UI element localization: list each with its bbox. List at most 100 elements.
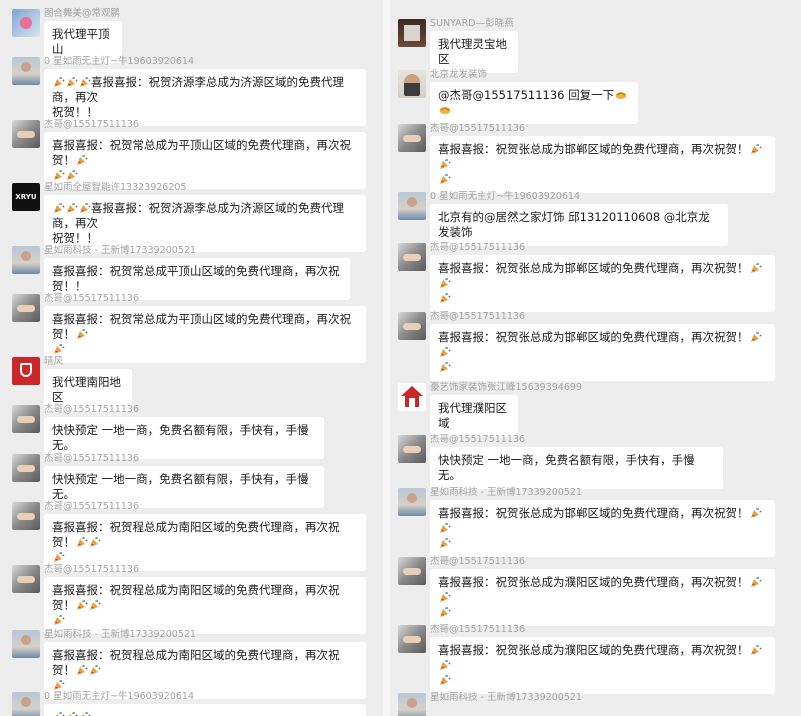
- party-popper-icon: [440, 362, 451, 372]
- sender-name: 杰哥@15517511136: [44, 564, 139, 575]
- chat-message[interactable]: 0 星如雨无主灯~牛19603920614: [12, 691, 374, 716]
- sender-name: 星如雨科技 - 王新博17339200521: [430, 487, 582, 498]
- handshake-emoji-icon: [615, 92, 627, 99]
- handshake-avatar[interactable]: [12, 565, 40, 593]
- message-text-line: 快快预定 一地一商，免费名额有限，手快有，手慢无。: [438, 453, 695, 482]
- sender-name: 0 星如雨无主灯~牛19603920614: [44, 691, 195, 702]
- chat-message[interactable]: 图合舞美@常观鹏 我代理平顶山: [12, 8, 130, 63]
- party-popper-icon: [54, 203, 65, 213]
- businessman-avatar[interactable]: [398, 70, 426, 98]
- sender-name: SUNYARD—彭晓燕: [430, 18, 514, 29]
- chat-message[interactable]: 杰哥@15517511136 喜报喜报：祝贺程总成为南阳区域的免费代理商，再次祝贺…: [12, 564, 374, 634]
- man-avatar[interactable]: [398, 693, 426, 716]
- chat-message[interactable]: 杰哥@15517511136 喜报喜报：祝贺张总成为濮阳区域的免费代理商，再次祝贺…: [398, 556, 783, 626]
- handshake-avatar[interactable]: [12, 294, 40, 322]
- handshake-avatar[interactable]: [398, 312, 426, 340]
- chat-message[interactable]: SUNYARD—彭晓燕 我代理灵宝地区: [398, 18, 526, 73]
- sender-name: 星如雨全屋智能许13323926205: [44, 182, 187, 193]
- chat-message[interactable]: 杰哥@15517511136 喜报喜报：祝贺张总成为濮阳区域的免费代理商，再次祝贺…: [398, 624, 783, 694]
- message-text-line: [438, 172, 767, 187]
- party-popper-icon: [750, 508, 761, 518]
- chat-message[interactable]: 星如雨科技 - 王新博17339200521 喜报喜报：祝贺程总成为南阳区域的免费…: [12, 629, 374, 699]
- party-popper-icon: [54, 615, 65, 625]
- chat-message[interactable]: 0 星如雨无主灯~牛19603920614 北京有的@居然之家灯饰 邱131201…: [398, 191, 736, 246]
- handshake-avatar[interactable]: [398, 625, 426, 653]
- chat-message[interactable]: 杰哥@15517511136 快快预定 一地一商，免费名额有限，手快有，手慢无。: [12, 404, 332, 459]
- handshake-avatar[interactable]: [398, 557, 426, 585]
- message-bubble[interactable]: 喜报喜报：祝贺常总成为平顶山区域的免费代理商，再次祝贺！: [44, 306, 366, 363]
- man-avatar[interactable]: [398, 488, 426, 516]
- sender-name: 0 星如雨无主灯~牛19603920614: [44, 56, 195, 67]
- handshake-avatar[interactable]: [12, 454, 40, 482]
- chat-message[interactable]: 星如雨科技 - 王新博17339200521: [398, 692, 783, 716]
- xryu-logo-avatar[interactable]: XRYU: [12, 183, 40, 211]
- party-popper-icon: [77, 537, 88, 547]
- party-popper-icon: [440, 675, 451, 685]
- message-text-line: 喜报喜报：祝贺张总成为濮阳区域的免费代理商，再次祝贺！: [438, 643, 767, 673]
- chat-message[interactable]: 0 星如雨无主灯~牛19603920614 喜报喜报：祝贺济源李总成为济源区域的免…: [12, 56, 374, 126]
- message-bubble[interactable]: 快快预定 一地一商，免费名额有限，手快有，手慢无。: [430, 447, 723, 489]
- sender-name: 杰哥@15517511136: [44, 119, 139, 130]
- chat-message[interactable]: XRYU 星如雨全屋智能许13323926205 喜报喜报：祝贺济源李总成为济源区域…: [12, 182, 374, 252]
- message-bubble[interactable]: 喜报喜报：祝贺张总成为濮阳区域的免费代理商，再次祝贺！: [430, 569, 775, 626]
- chat-message[interactable]: 晴风 我代理南阳地区: [12, 356, 140, 411]
- man-avatar[interactable]: [12, 692, 40, 716]
- message-bubble[interactable]: 喜报喜报：祝贺张总成为邯郸区域的免费代理商，再次祝贺！: [430, 255, 775, 312]
- handshake-avatar[interactable]: [12, 405, 40, 433]
- handshake-avatar[interactable]: [398, 435, 426, 463]
- chat-message[interactable]: 杰哥@15517511136 喜报喜报：祝贺张总成为邯郸区域的免费代理商，再次祝贺…: [398, 123, 783, 193]
- message-text-line: @杰哥@15517511136 回复一下: [438, 88, 630, 118]
- message-bubble[interactable]: [44, 704, 366, 716]
- chat-message[interactable]: 杰哥@15517511136 喜报喜报：祝贺常总成为平顶山区域的免费代理商，再次祝…: [12, 293, 374, 363]
- message-text-line: 喜报喜报：祝贺张总成为邯郸区域的免费代理商，再次祝贺！: [438, 261, 767, 291]
- chat-message[interactable]: 杰哥@15517511136 喜报喜报：祝贺常总成为平顶山区域的免费代理商，再次祝…: [12, 119, 374, 189]
- message-text-line: 喜报喜报：祝贺张总成为邯郸区域的免费代理商，再次祝贺！: [438, 506, 767, 536]
- chat-message[interactable]: 杰哥@15517511136 喜报喜报：祝贺张总成为邯郸区域的免费代理商，再次祝贺…: [398, 311, 783, 381]
- party-popper-icon: [80, 77, 91, 87]
- house-logo-avatar[interactable]: [398, 383, 426, 411]
- handshake-avatar[interactable]: [12, 502, 40, 530]
- handshake-avatar[interactable]: [12, 120, 40, 148]
- party-popper-icon: [90, 665, 101, 675]
- party-popper-icon: [750, 144, 761, 154]
- message-text-line: 喜报喜报：祝贺张总成为邯郸区域的免费代理商，再次祝贺！: [438, 142, 767, 172]
- panel-divider: [383, 0, 390, 716]
- chat-message[interactable]: 杰哥@15517511136 快快预定 一地一商，免费名额有限，手快有，手慢无。: [12, 453, 332, 508]
- party-popper-icon: [77, 329, 88, 339]
- room-avatar[interactable]: [398, 19, 426, 47]
- chat-panel-left[interactable]: 图合舞美@常观鹏 我代理平顶山 0 星如雨无主灯~牛19603920614 喜报喜报：…: [0, 0, 383, 716]
- chat-message[interactable]: 星如雨科技 - 王新博17339200521 喜报喜报：祝贺张总成为邯郸区域的免费…: [398, 487, 783, 557]
- message-text-line: 喜报喜报：祝贺程总成为南阳区域的免费代理商，再次祝贺！: [52, 648, 340, 677]
- chat-message[interactable]: 豪艺饰家装饰张江峰15639394699 我代理濮阳区域: [398, 382, 582, 437]
- party-popper-icon: [440, 174, 451, 184]
- message-bubble[interactable]: 喜报喜报：祝贺张总成为邯郸区域的免费代理商，再次祝贺！: [430, 136, 775, 193]
- chat-panel-right[interactable]: SUNYARD—彭晓燕 我代理灵宝地区 北京龙发装饰 @杰哥@15517511136 …: [390, 0, 801, 716]
- chat-message[interactable]: 杰哥@15517511136 喜报喜报：祝贺程总成为南阳区域的免费代理商，再次祝贺…: [12, 501, 374, 571]
- man-avatar[interactable]: [12, 246, 40, 274]
- message-text-line: [52, 342, 358, 357]
- message-text-line: [52, 710, 358, 716]
- chat-message[interactable]: 杰哥@15517511136 喜报喜报：祝贺张总成为邯郸区域的免费代理商，再次祝贺…: [398, 242, 783, 312]
- sender-name: 0 星如雨无主灯~牛19603920614: [430, 191, 581, 202]
- man-avatar[interactable]: [12, 57, 40, 85]
- chat-message[interactable]: 北京龙发装饰 @杰哥@15517511136 回复一下: [398, 69, 646, 124]
- party-popper-icon: [77, 600, 88, 610]
- sender-name: 杰哥@15517511136: [430, 624, 525, 635]
- message-bubble[interactable]: @杰哥@15517511136 回复一下: [430, 82, 638, 124]
- flower-avatar[interactable]: [12, 9, 40, 37]
- message-bubble[interactable]: 喜报喜报：祝贺张总成为濮阳区域的免费代理商，再次祝贺！: [430, 637, 775, 694]
- party-popper-icon: [67, 203, 78, 213]
- handshake-avatar[interactable]: [398, 243, 426, 271]
- red-logo-avatar[interactable]: [12, 357, 40, 385]
- man-avatar[interactable]: [398, 192, 426, 220]
- message-text-line: [438, 536, 767, 551]
- chat-message[interactable]: 杰哥@15517511136 快快预定 一地一商，免费名额有限，手快有，手慢无。: [398, 434, 731, 489]
- message-text-line: 喜报喜报：祝贺济源李总成为济源区域的免费代理商，再次: [52, 75, 344, 104]
- chat-message[interactable]: 星如雨科技 - 王新博17339200521 喜报喜报：祝贺常总成平顶山区域的免费…: [12, 245, 358, 300]
- message-bubble[interactable]: 喜报喜报：祝贺张总成为邯郸区域的免费代理商，再次祝贺！: [430, 324, 775, 381]
- man-avatar[interactable]: [12, 630, 40, 658]
- message-text-line: 北京有的@居然之家灯饰 邱13120110608 @北京龙发装饰: [438, 210, 710, 239]
- sender-name: 杰哥@15517511136: [44, 501, 139, 512]
- handshake-avatar[interactable]: [398, 124, 426, 152]
- message-bubble[interactable]: 喜报喜报：祝贺张总成为邯郸区域的免费代理商，再次祝贺！: [430, 500, 775, 557]
